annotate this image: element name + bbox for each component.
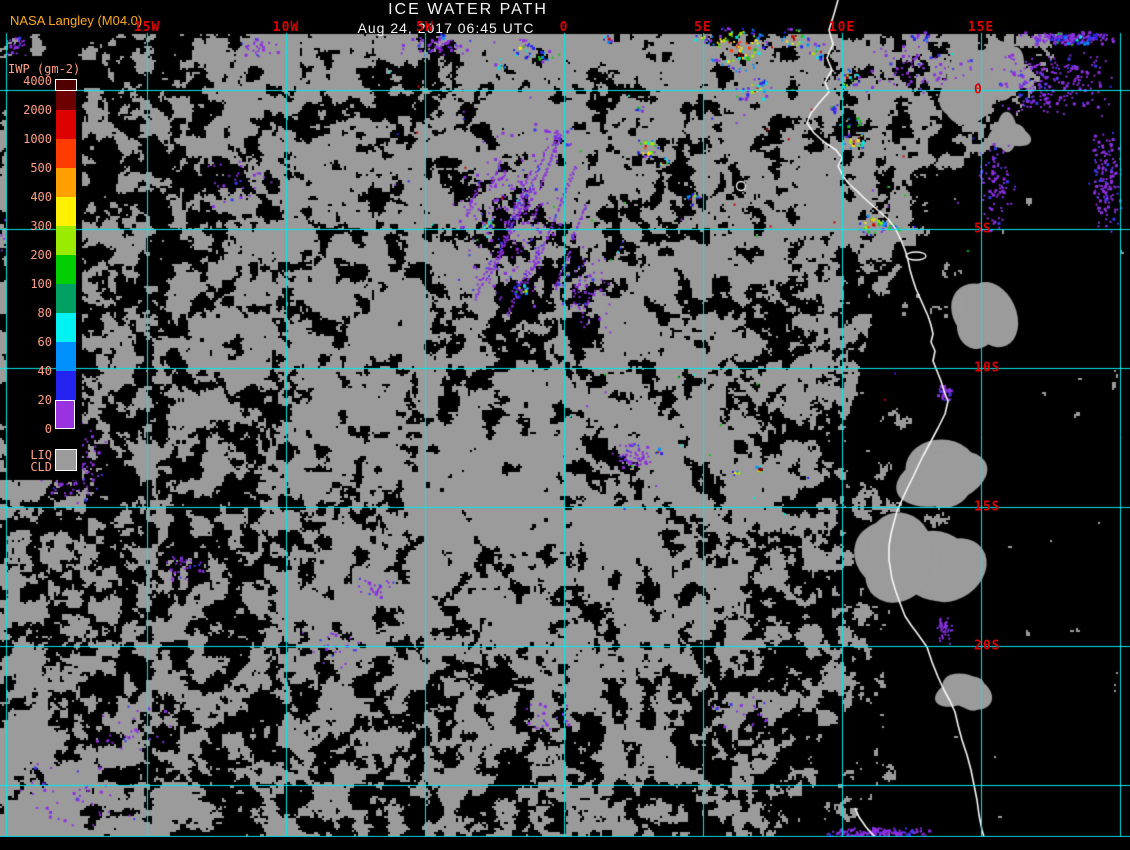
legend-tick-value: 300 (30, 219, 52, 233)
legend-color-cell (56, 226, 76, 255)
legend-tick-value: 80 (37, 306, 52, 320)
credit-label: NASA Langley (M04.0) (10, 13, 143, 28)
liquid-cloud-swatch (55, 449, 77, 471)
legend-tick-value: 60 (37, 335, 52, 349)
legend-color-cell (56, 139, 76, 168)
legend-tick-value: 500 (30, 161, 52, 175)
legend-tick-value: 40 (37, 364, 52, 378)
legend-color-cell (56, 284, 76, 313)
legend-color-cell (56, 342, 76, 371)
legend-tick-value: 2000 (23, 103, 52, 117)
legend-cld-label: CLD (30, 460, 52, 474)
legend-color-cell (55, 400, 75, 429)
timestamp-label: Aug 24, 2017 06:45 UTC (357, 20, 535, 36)
legend-tick-value: 200 (30, 248, 52, 262)
legend-tick-value: 100 (30, 277, 52, 291)
iwp-legend: IWP (gm-2) 4000 2000 1000 500 400 300 200 100 80… (6, 56, 82, 480)
legend-tick-value: 20 (37, 393, 52, 407)
legend-tick-value: 1000 (23, 132, 52, 146)
legend-overflow-cell (55, 79, 77, 91)
legend-color-cell (56, 371, 76, 400)
legend-color-cell (56, 313, 76, 342)
legend-tick-value: 0 (44, 422, 52, 436)
legend-tick-value: 4000 (23, 74, 52, 88)
legend-color-cell (56, 110, 76, 139)
legend-color-cell (56, 168, 76, 197)
satellite-product-viewer: NASA Langley (M04.0) ICE WATER PATH Aug … (0, 0, 1130, 850)
legend-color-cell (56, 255, 76, 284)
legend-color-cell (56, 197, 76, 226)
page-title: ICE WATER PATH (388, 1, 548, 18)
legend-tick-value: 400 (30, 190, 52, 204)
status-bar: MT10 ICE WATER PATH AUG 24, 2017 06:45Z … (0, 837, 1130, 850)
satellite-map-canvas (0, 0, 1130, 850)
